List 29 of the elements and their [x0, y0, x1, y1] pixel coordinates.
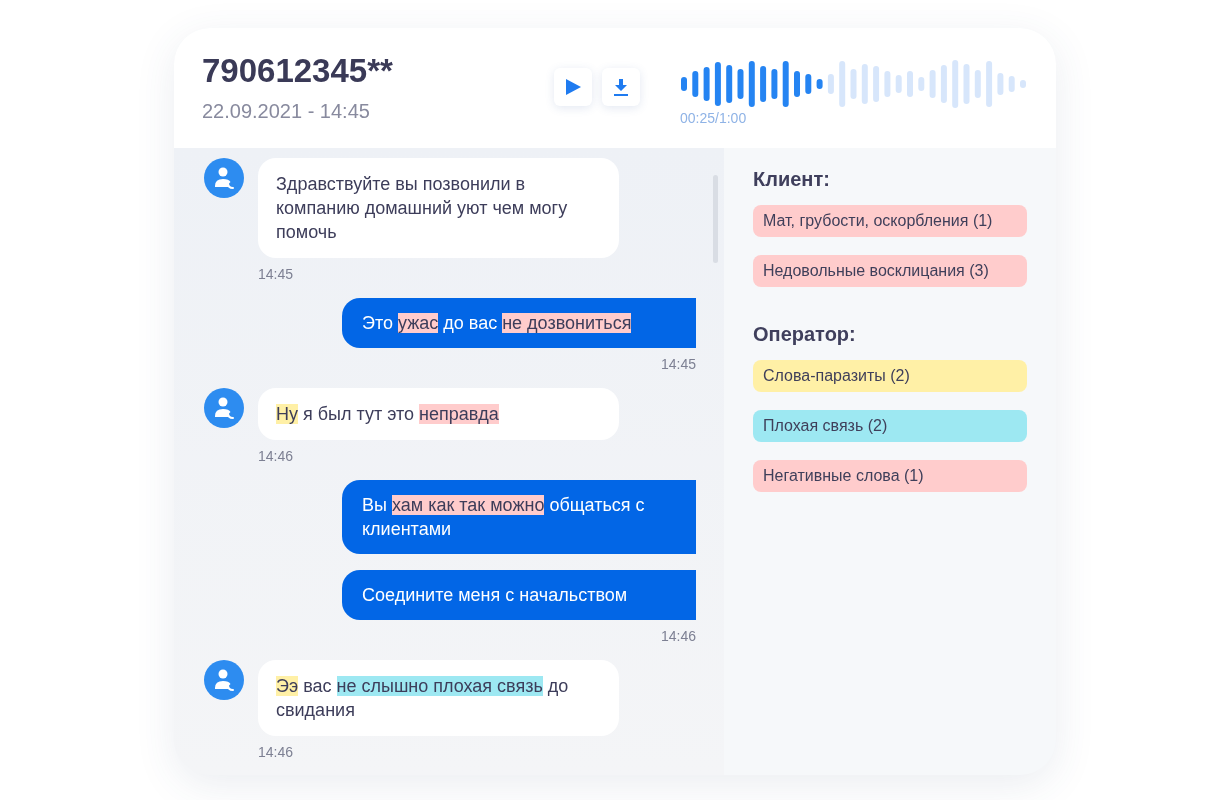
- message-bubble: Ээ вас не слышно плохая связь до свидания: [258, 660, 619, 736]
- message-bubble: Вы хам как так можно общаться с клиентами: [342, 480, 696, 554]
- category-tag[interactable]: Слова-паразиты (2): [753, 360, 1027, 392]
- download-button[interactable]: [602, 68, 640, 106]
- message-bubble: Соедините меня с начальством: [342, 570, 696, 620]
- category-tag[interactable]: Плохая связь (2): [753, 410, 1027, 442]
- message-time: 14:46: [258, 448, 294, 464]
- message-time: 14:45: [258, 266, 294, 282]
- category-tag[interactable]: Мат, грубости, оскорбления (1): [753, 205, 1027, 237]
- avatar-icon: [204, 660, 244, 700]
- avatar-icon: [204, 158, 244, 198]
- group-heading: Клиент:: [753, 168, 831, 191]
- message-time: 14:45: [660, 356, 696, 372]
- avatar-icon: [204, 388, 244, 428]
- message-bubble: Здравствуйте вы позвонили в компанию домашний уют чем могу помочь: [258, 158, 619, 258]
- waveform-drawing[interactable]: [680, 60, 1028, 108]
- message-time: 14:46: [660, 628, 696, 644]
- category-tag[interactable]: Недовольные восклицания (3): [753, 255, 1027, 287]
- play-icon: [564, 78, 582, 96]
- message-bubble: Ну я был тут это неправда: [258, 388, 619, 440]
- call-datetime: 22.09.2021 - 14:45: [202, 100, 371, 123]
- message-time: 14:46: [258, 744, 294, 760]
- group-heading: Оператор:: [753, 323, 857, 346]
- download-icon: [612, 78, 630, 96]
- message-bubble: Это ужас до вас не дозвониться: [342, 298, 696, 348]
- phone-number: 790612345**: [202, 52, 394, 90]
- playback-time: 00:25/1:00: [680, 110, 748, 126]
- category-tag[interactable]: Негативные слова (1): [753, 460, 1027, 492]
- play-button[interactable]: [554, 68, 592, 106]
